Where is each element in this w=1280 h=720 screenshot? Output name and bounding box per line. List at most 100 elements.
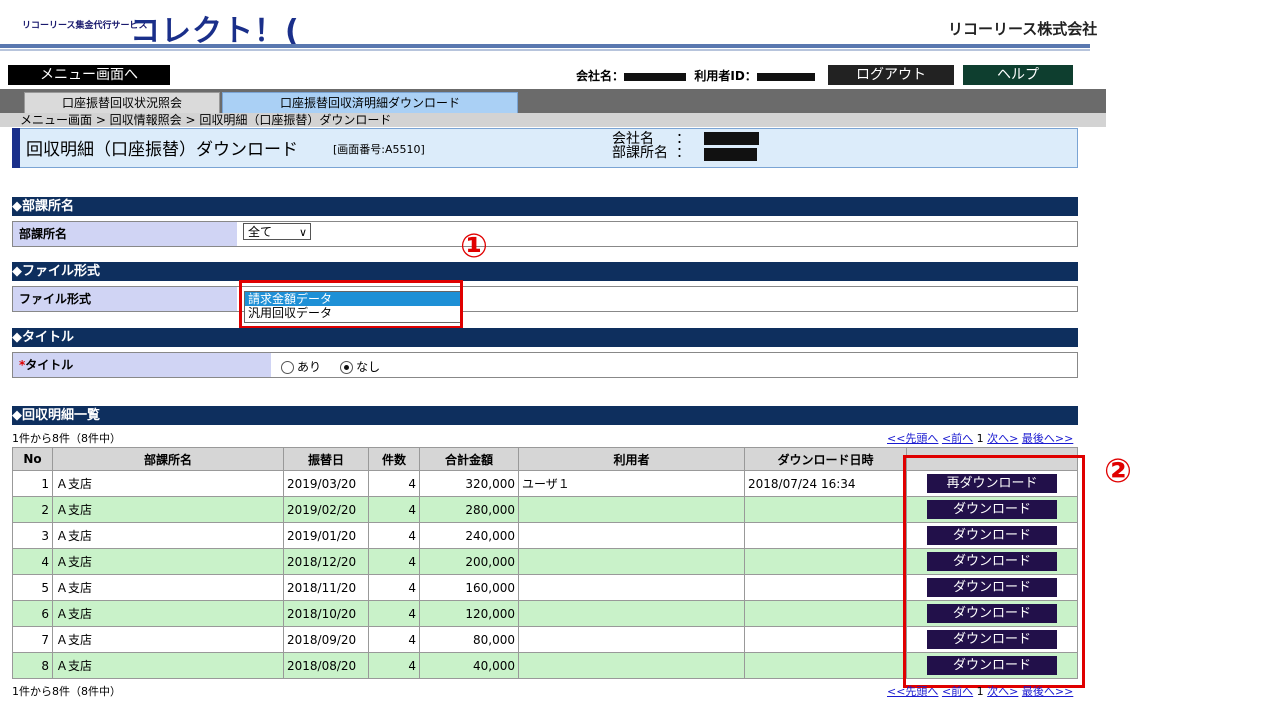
row-downloaded — [744, 548, 907, 575]
row-amount: 320,000 — [419, 470, 519, 497]
row-no: 2 — [12, 496, 53, 523]
title-label: *タイトル — [13, 353, 271, 377]
row-no: 4 — [12, 548, 53, 575]
dept-label-2: 部課所名 — [612, 145, 668, 161]
row-downloaded — [744, 574, 907, 601]
row-count: 4 — [368, 496, 420, 523]
row-downloaded: 2018/07/24 16:34 — [744, 470, 907, 497]
title-radio-group: あり なし — [281, 358, 380, 375]
pager-prev[interactable]: <前へ — [942, 432, 973, 445]
row-count: 4 — [368, 574, 420, 601]
row-downloaded — [744, 496, 907, 523]
pager-current: 1 — [976, 432, 984, 445]
row-user: ユーザ１ — [518, 470, 745, 497]
row-dept: Ａ支店 — [52, 600, 284, 627]
row-date: 2018/10/20 — [283, 600, 369, 627]
breadcrumb: メニュー画面 > 回収情報照会 > 回収明細（口座振替）ダウンロード — [20, 113, 392, 127]
row-user — [518, 548, 745, 575]
screen-id: [画面番号:A5510] — [333, 143, 425, 156]
row-count: 4 — [368, 600, 420, 627]
row-dept: Ａ支店 — [52, 574, 284, 601]
row-user — [518, 600, 745, 627]
row-amount: 280,000 — [419, 496, 519, 523]
row-no: 1 — [12, 470, 53, 497]
radio-yes-icon[interactable] — [281, 361, 294, 374]
dept-select[interactable]: 全て ∨ — [243, 223, 311, 240]
pager-next[interactable]: 次へ> — [987, 685, 1018, 698]
redacted-company — [624, 72, 687, 81]
radio-yes[interactable]: あり — [281, 360, 321, 374]
format-label: ファイル形式 — [13, 287, 237, 311]
radio-no-icon[interactable] — [340, 361, 354, 374]
section-header-title: ◆タイトル — [12, 328, 1078, 347]
row-dept: Ａ支店 — [52, 626, 284, 653]
redacted-dept-name — [704, 148, 757, 161]
header-divider — [0, 44, 1090, 48]
row-downloaded — [744, 626, 907, 653]
pager-prev[interactable]: <前へ — [942, 685, 973, 698]
row-date: 2019/01/20 — [283, 522, 369, 549]
chevron-down-icon: ∨ — [298, 226, 307, 239]
dept-select-value: 全て — [248, 225, 273, 239]
col-count: 件数 — [368, 447, 420, 471]
row-count: 4 — [368, 470, 420, 497]
pager-last[interactable]: 最後へ>> — [1022, 685, 1073, 698]
row-amount: 160,000 — [419, 574, 519, 601]
row-dept: Ａ支店 — [52, 496, 284, 523]
col-date: 振替日 — [283, 447, 369, 471]
col-downloaded: ダウンロード日時 — [744, 447, 907, 471]
row-count: 4 — [368, 626, 420, 653]
page-title: 回収明細（口座振替）ダウンロード — [26, 140, 298, 160]
pager-current: 1 — [976, 685, 984, 698]
radio-yes-label: あり — [297, 360, 322, 374]
pager-last[interactable]: 最後へ>> — [1022, 432, 1073, 445]
company-name: リコーリース株式会社 — [948, 20, 1098, 38]
row-user — [518, 522, 745, 549]
section-header-dept: ◆部課所名 — [12, 197, 1078, 216]
row-no: 8 — [12, 652, 53, 679]
col-no: No — [12, 447, 53, 471]
company-label: 会社名： — [576, 69, 625, 83]
row-date: 2018/11/20 — [283, 574, 369, 601]
result-count-top: 1件から8件（8件中） — [12, 432, 121, 445]
tab-status-inquiry[interactable]: 口座振替回収状況照会 — [24, 92, 220, 114]
row-no: 6 — [12, 600, 53, 627]
tab-download[interactable]: 口座振替回収済明細ダウンロード — [222, 92, 518, 114]
col-user: 利用者 — [518, 447, 745, 471]
section-header-list: ◆回収明細一覧 — [12, 406, 1078, 425]
user-info: 会社名： 利用者ID： — [576, 67, 815, 84]
title-accent — [12, 128, 20, 168]
annotation-box-2 — [903, 455, 1085, 688]
row-dept: Ａ支店 — [52, 652, 284, 679]
pager-first[interactable]: <<先頭へ — [887, 685, 938, 698]
help-button[interactable]: ヘルプ — [963, 65, 1073, 85]
menu-button[interactable]: メニュー画面へ — [8, 65, 170, 85]
row-user — [518, 496, 745, 523]
row-dept: Ａ支店 — [52, 548, 284, 575]
row-count: 4 — [368, 652, 420, 679]
row-date: 2018/12/20 — [283, 548, 369, 575]
row-date: 2018/09/20 — [283, 626, 369, 653]
pager-top: <<先頭へ <前へ 1 次へ> 最後へ>> — [887, 430, 1073, 446]
row-amount: 200,000 — [419, 548, 519, 575]
annotation-number-2: ② — [1104, 451, 1132, 490]
radio-no[interactable]: なし — [340, 360, 380, 374]
radio-no-label: なし — [356, 360, 381, 374]
row-amount: 240,000 — [419, 522, 519, 549]
logout-button[interactable]: ログアウト — [828, 65, 954, 85]
row-user — [518, 626, 745, 653]
section-header-format: ◆ファイル形式 — [12, 262, 1078, 281]
redacted-company-name — [704, 132, 759, 145]
company-label-2: 会社名 — [612, 131, 654, 147]
row-count: 4 — [368, 548, 420, 575]
col-dept: 部課所名 — [52, 447, 284, 471]
pager-next[interactable]: 次へ> — [987, 432, 1018, 445]
redacted-user-id — [756, 72, 815, 81]
dept-label: 部課所名 — [13, 222, 237, 246]
row-downloaded — [744, 600, 907, 627]
row-downloaded — [744, 522, 907, 549]
row-date: 2019/02/20 — [283, 496, 369, 523]
pager-first[interactable]: <<先頭へ — [887, 432, 938, 445]
row-date: 2018/08/20 — [283, 652, 369, 679]
row-date: 2019/03/20 — [283, 470, 369, 497]
